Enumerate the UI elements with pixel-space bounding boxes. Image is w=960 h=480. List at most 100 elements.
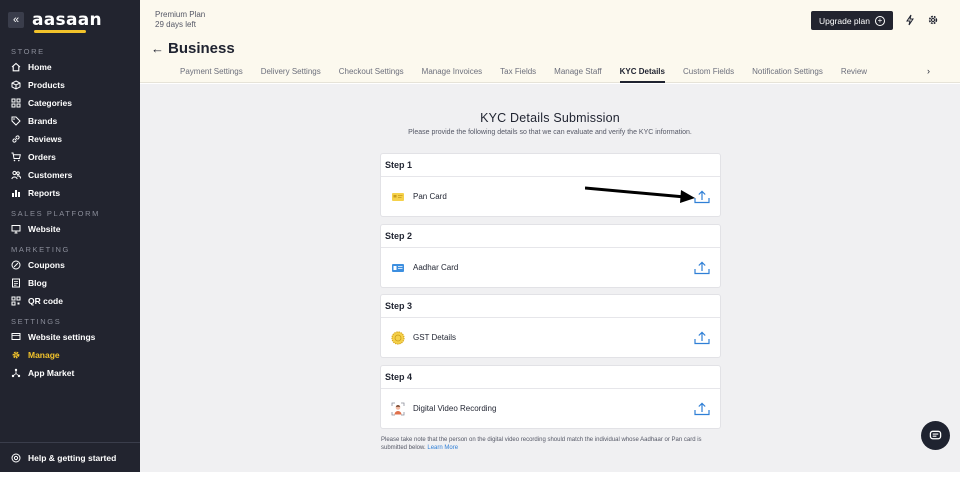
tab-checkout-settings[interactable]: Checkout Settings	[339, 66, 404, 83]
sidebar-item-label: Website	[28, 224, 61, 234]
upload-icon[interactable]	[694, 402, 710, 416]
logo-text: aasaan	[32, 10, 102, 30]
step-row-gst-details[interactable]: GST Details	[381, 318, 720, 357]
upload-icon[interactable]	[694, 331, 710, 345]
tag-icon	[11, 116, 21, 126]
sidebar: « aasaan STORE Home Products Categories …	[0, 0, 140, 472]
tab-tax-fields[interactable]: Tax Fields	[500, 66, 536, 83]
aadhar-card-icon	[392, 263, 404, 272]
users-icon	[11, 170, 21, 180]
step-heading: Step 1	[381, 154, 720, 177]
step-row-digital-video-recording[interactable]: Digital Video Recording	[381, 389, 720, 428]
gst-icon	[391, 330, 405, 345]
logo-underline	[34, 30, 86, 33]
settings-tabs: Payment Settings Delivery Settings Check…	[180, 66, 885, 83]
step-row-aadhar-card[interactable]: Aadhar Card	[381, 248, 720, 287]
tab-review[interactable]: Review	[841, 66, 867, 83]
sidebar-item-orders[interactable]: Orders	[0, 148, 140, 166]
sidebar-item-blog[interactable]: Blog	[0, 274, 140, 292]
sidebar-item-label: Manage	[28, 350, 60, 360]
categories-icon	[11, 98, 21, 108]
qr-icon	[11, 296, 21, 306]
sidebar-item-customers[interactable]: Customers	[0, 166, 140, 184]
step-heading: Step 3	[381, 295, 720, 318]
collapse-sidebar-button[interactable]: «	[8, 12, 24, 28]
sidebar-item-label: App Market	[28, 368, 75, 378]
step-card-4: Step 4 Digital Video Recording	[381, 366, 720, 428]
sidebar-item-brands[interactable]: Brands	[0, 112, 140, 130]
settings-gear-icon[interactable]	[927, 14, 939, 26]
sidebar-item-manage[interactable]: Manage	[0, 346, 140, 364]
tab-manage-staff[interactable]: Manage Staff	[554, 66, 601, 83]
learn-more-link[interactable]: Learn More	[427, 445, 458, 451]
sidebar-item-categories[interactable]: Categories	[0, 94, 140, 112]
sidebar-item-label: Home	[28, 62, 52, 72]
upgrade-plan-label: Upgrade plan	[818, 15, 871, 26]
tab-payment-settings[interactable]: Payment Settings	[180, 66, 243, 83]
step-label: Digital Video Recording	[413, 404, 497, 413]
sidebar-item-label: Orders	[28, 152, 56, 162]
section-label-sales-platform: SALES PLATFORM	[11, 209, 100, 218]
website-settings-icon	[11, 332, 21, 342]
chat-button[interactable]	[921, 421, 950, 450]
sidebar-item-products[interactable]: Products	[0, 76, 140, 94]
sidebar-item-label: Blog	[28, 278, 47, 288]
tabs-next-chevron-icon[interactable]: ›	[927, 66, 930, 76]
sidebar-item-label: QR code	[28, 296, 63, 306]
header: Premium Plan 29 days left ← Business Upg…	[140, 0, 960, 83]
app-market-icon	[11, 368, 21, 378]
plan-days-left: 29 days left	[155, 20, 196, 29]
step-label: Pan Card	[413, 192, 447, 201]
products-icon	[11, 80, 21, 90]
sidebar-item-app-market[interactable]: App Market	[0, 364, 140, 382]
home-icon	[11, 62, 21, 72]
section-label-store: STORE	[11, 47, 45, 56]
help-label: Help & getting started	[28, 452, 117, 463]
sidebar-item-website[interactable]: Website	[0, 220, 140, 238]
cart-icon	[11, 152, 21, 162]
help-getting-started[interactable]: Help & getting started	[0, 442, 140, 472]
sidebar-item-label: Reviews	[28, 134, 63, 144]
link-icon	[11, 134, 21, 144]
chart-icon	[11, 188, 21, 198]
upload-icon[interactable]	[694, 261, 710, 275]
sidebar-item-website-settings[interactable]: Website settings	[0, 328, 140, 346]
tab-delivery-settings[interactable]: Delivery Settings	[261, 66, 321, 83]
kyc-subtitle: Please provide the following details so …	[408, 129, 692, 136]
sidebar-item-coupons[interactable]: Coupons	[0, 256, 140, 274]
sidebar-item-home[interactable]: Home	[0, 58, 140, 76]
step-heading: Step 4	[381, 366, 720, 389]
tab-custom-fields[interactable]: Custom Fields	[683, 66, 734, 83]
video-recording-note: Please take note that the person on the …	[381, 436, 721, 452]
tab-notification-settings[interactable]: Notification Settings	[752, 66, 823, 83]
sidebar-item-label: Coupons	[28, 260, 65, 270]
sidebar-item-label: Categories	[28, 98, 72, 108]
plus-circle-icon: +	[875, 15, 886, 26]
sidebar-item-reviews[interactable]: Reviews	[0, 130, 140, 148]
help-icon	[11, 453, 21, 463]
sidebar-item-label: Products	[28, 80, 65, 90]
logo-row: « aasaan	[0, 0, 140, 40]
logo[interactable]: aasaan	[32, 10, 102, 33]
sidebar-item-label: Reports	[28, 188, 61, 198]
back-arrow-icon[interactable]: ←	[151, 41, 164, 56]
monitor-icon	[11, 224, 21, 234]
upgrade-plan-button[interactable]: Upgrade plan +	[811, 11, 893, 30]
page-title: Business	[168, 40, 235, 57]
gear-icon	[11, 350, 21, 360]
tab-kyc-details[interactable]: KYC Details	[619, 66, 665, 83]
section-label-marketing: MARKETING	[11, 245, 70, 254]
video-recording-icon	[391, 402, 405, 415]
sidebar-item-qr-code[interactable]: QR code	[0, 292, 140, 310]
lightning-icon[interactable]	[904, 14, 916, 26]
bottom-strip	[0, 472, 960, 480]
section-label-settings: SETTINGS	[11, 317, 62, 326]
tab-manage-invoices[interactable]: Manage Invoices	[422, 66, 482, 83]
step-card-3: Step 3 GST Details	[381, 295, 720, 357]
coupon-icon	[11, 260, 21, 270]
chat-icon	[929, 430, 942, 440]
step-label: Aadhar Card	[413, 263, 459, 272]
sidebar-item-reports[interactable]: Reports	[0, 184, 140, 202]
sidebar-item-label: Customers	[28, 170, 73, 180]
step-label: GST Details	[413, 333, 456, 342]
